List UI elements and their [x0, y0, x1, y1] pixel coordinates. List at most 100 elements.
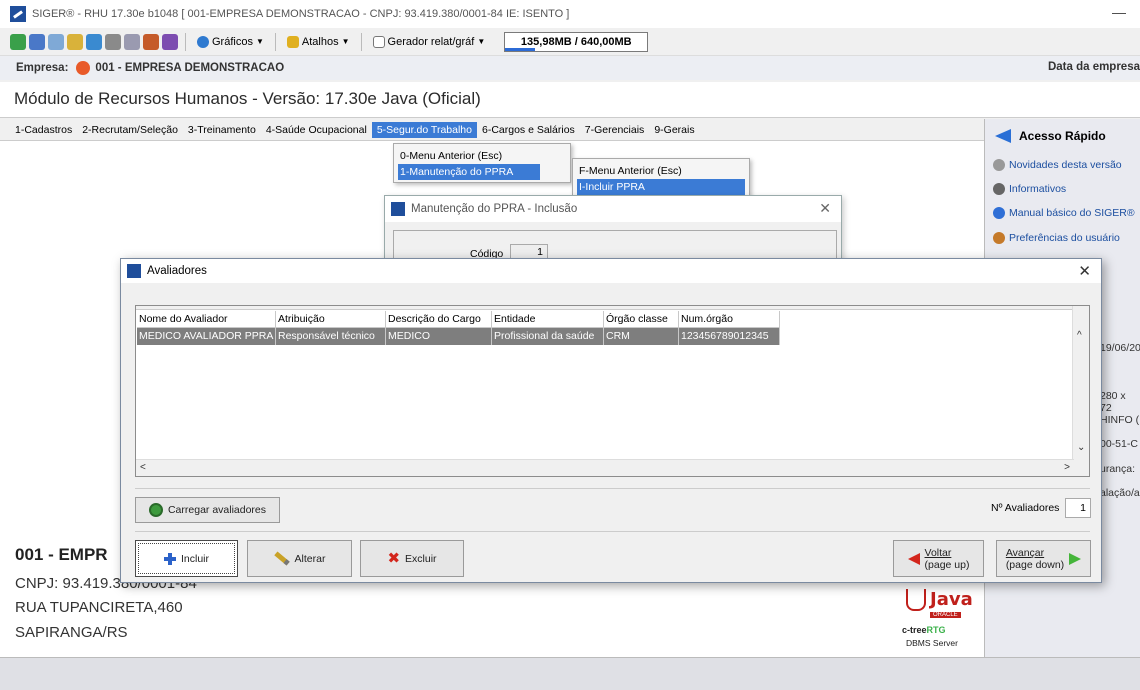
load-icon: [148, 503, 163, 517]
company-label: Empresa:: [16, 62, 69, 74]
col-entidade[interactable]: Entidade: [492, 311, 604, 328]
col-num-orgao[interactable]: Num.órgão: [679, 311, 780, 328]
memory-indicator: 135,98MB / 640,00MB: [504, 31, 649, 52]
help-icon[interactable]: [48, 33, 64, 50]
col-descricao-cargo[interactable]: Descrição do Cargo: [386, 311, 492, 328]
quick-manual-link[interactable]: Manual básico do SIGER®: [993, 207, 1135, 219]
dropdown-menu-anterior-f[interactable]: F-Menu Anterior (Esc): [573, 163, 749, 179]
arrow-right-icon: [1069, 552, 1082, 565]
vertical-scrollbar[interactable]: ^ ⌄: [1072, 306, 1089, 476]
mail-icon[interactable]: [105, 33, 121, 50]
calendar-icon[interactable]: [162, 33, 178, 50]
rtg-label: RTG: [926, 625, 946, 635]
excluir-button[interactable]: ✖ Excluir: [360, 540, 464, 577]
main-toolbar: Gráficos ▼ Atalhos ▼ Gerador relat/gráf …: [0, 28, 1140, 56]
status-bar: [0, 657, 1140, 690]
carregar-avaliadores-button[interactable]: Carregar avaliadores: [135, 497, 280, 523]
dropdown-incluir-ppra[interactable]: I-Incluir PPRA: [577, 179, 745, 195]
quick-prefs-link[interactable]: Preferências do usuário: [993, 232, 1120, 244]
users-icon[interactable]: [143, 33, 159, 50]
quick-info-link[interactable]: Informativos: [993, 183, 1066, 195]
graficos-label: Gráficos: [212, 35, 253, 48]
horizontal-scrollbar[interactable]: < >: [136, 459, 1074, 476]
dropdown-manutencao-ppra[interactable]: 1-Manutenção do PPRA: [398, 164, 540, 180]
cell-entidade: Profissional da saúde: [492, 328, 604, 345]
scroll-right-icon[interactable]: >: [1064, 462, 1070, 473]
toolbar-separator: [274, 32, 276, 51]
quick-news-link[interactable]: Novidades desta versão: [993, 159, 1122, 171]
col-nome[interactable]: Nome do Avaliador: [137, 311, 276, 328]
app-icon: [10, 6, 26, 22]
chart-icon: [197, 35, 209, 48]
avaliadores-table: Nome do Avaliador Atribuição Descrição d…: [135, 305, 1090, 477]
ppra-dropdown: F-Menu Anterior (Esc) I-Incluir PPRA: [572, 158, 750, 198]
scroll-down-icon[interactable]: ⌄: [1077, 442, 1085, 453]
seguranca-dropdown: 0-Menu Anterior (Esc) 1-Manutenção do PP…: [393, 143, 571, 183]
oracle-badge: ORACLE: [930, 612, 961, 618]
app-icon: [391, 202, 405, 216]
folder-icon[interactable]: [67, 33, 83, 50]
scroll-up-icon[interactable]: ^: [1077, 330, 1082, 341]
quick-access-title: Acesso Rápido: [1019, 129, 1106, 143]
close-icon[interactable]: ✕: [819, 200, 831, 217]
atalhos-label: Atalhos: [301, 35, 339, 48]
dropdown-menu-anterior[interactable]: 0-Menu Anterior (Esc): [394, 148, 570, 164]
scroll-left-icon[interactable]: <: [140, 462, 146, 473]
avaliadores-title: Avaliadores: [147, 265, 207, 277]
menu-gerais[interactable]: 9-Gerais: [649, 122, 699, 138]
avancar-button[interactable]: Avançar (page down): [996, 540, 1091, 577]
pencil-icon: [273, 551, 290, 566]
col-orgao-classe[interactable]: Órgão classe: [604, 311, 679, 328]
menu-cargos-salarios[interactable]: 6-Cargos e Salários: [477, 122, 580, 138]
menu-treinamento[interactable]: 3-Treinamento: [183, 122, 261, 138]
company-bar: Empresa: 001 - EMPRESA DEMONSTRACAO Data…: [0, 56, 1140, 80]
ppra-dialog: Manutenção do PPRA - Inclusão ✕ Código 1: [384, 195, 842, 265]
manual-icon: [993, 207, 1005, 219]
java-logo: Java ORACLE c-treeRTG DBMS Server: [890, 585, 973, 651]
bell-icon: [993, 159, 1005, 171]
company-icon: [76, 61, 91, 75]
cell-orgao-classe: CRM: [604, 328, 679, 345]
voltar-sub: (page up): [924, 558, 970, 571]
menu-seguranca-trabalho[interactable]: 5-Segur.do Trabalho: [371, 121, 477, 138]
graficos-menu[interactable]: Gráficos ▼: [193, 35, 268, 48]
quick-info-label: Informativos: [1009, 183, 1067, 195]
table-row[interactable]: MEDICO AVALIADOR PPRA Responsável técnic…: [137, 328, 780, 345]
incluir-button[interactable]: Incluir: [135, 540, 238, 577]
voltar-button[interactable]: Voltar (page up): [893, 540, 984, 577]
arrow-left-icon: [907, 552, 920, 565]
memory-fill: [505, 47, 536, 51]
atalhos-menu[interactable]: Atalhos ▼: [283, 35, 354, 48]
alterar-button[interactable]: Alterar: [247, 540, 352, 577]
globe-icon[interactable]: [86, 33, 102, 50]
module-title: Módulo de Recursos Humanos - Versão: 17.…: [0, 82, 1140, 118]
chevron-down-icon: ▼: [255, 37, 264, 46]
gerador-label: Gerador relat/gráf: [387, 35, 475, 48]
count-field: 1: [1065, 498, 1091, 518]
report-icon: [372, 35, 385, 48]
menu-saude-ocupacional[interactable]: 4-Saúde Ocupacional: [261, 122, 372, 138]
cell-descricao-cargo: MEDICO: [386, 328, 492, 345]
divider: [135, 531, 1090, 532]
delete-icon: ✖: [387, 549, 401, 567]
panel-text: 280 x 72: [1100, 390, 1126, 414]
user-icon: [993, 232, 1005, 244]
shortcut-icon: [286, 35, 299, 48]
chat-icon[interactable]: [124, 33, 140, 50]
minimize-button[interactable]: —: [1112, 4, 1126, 20]
menu-gerenciais[interactable]: 7-Gerenciais: [580, 122, 650, 138]
chevron-down-icon: ▼: [341, 37, 350, 46]
save-icon[interactable]: [29, 33, 45, 50]
quick-access-header: Acesso Rápido: [995, 129, 1106, 143]
back-icon[interactable]: [10, 33, 26, 50]
col-atribuicao[interactable]: Atribuição: [276, 311, 386, 328]
close-icon[interactable]: ✕: [1078, 262, 1091, 280]
window-title: SIGER® - RHU 17.30e b1048 [ 001-EMPRESA …: [32, 8, 570, 20]
avancar-sub: (page down): [1005, 558, 1065, 571]
quick-prefs-label: Preferências do usuário: [1009, 232, 1120, 244]
gerador-menu[interactable]: Gerador relat/gráf ▼: [369, 35, 490, 48]
company-name: 001 - EMPRESA DEMONSTRACAO: [95, 62, 285, 74]
menu-recrutamento[interactable]: 2-Recrutam/Seleção: [77, 122, 183, 138]
cell-atribuicao: Responsável técnico: [276, 328, 386, 345]
menu-cadastros[interactable]: 1-Cadastros: [10, 122, 77, 138]
